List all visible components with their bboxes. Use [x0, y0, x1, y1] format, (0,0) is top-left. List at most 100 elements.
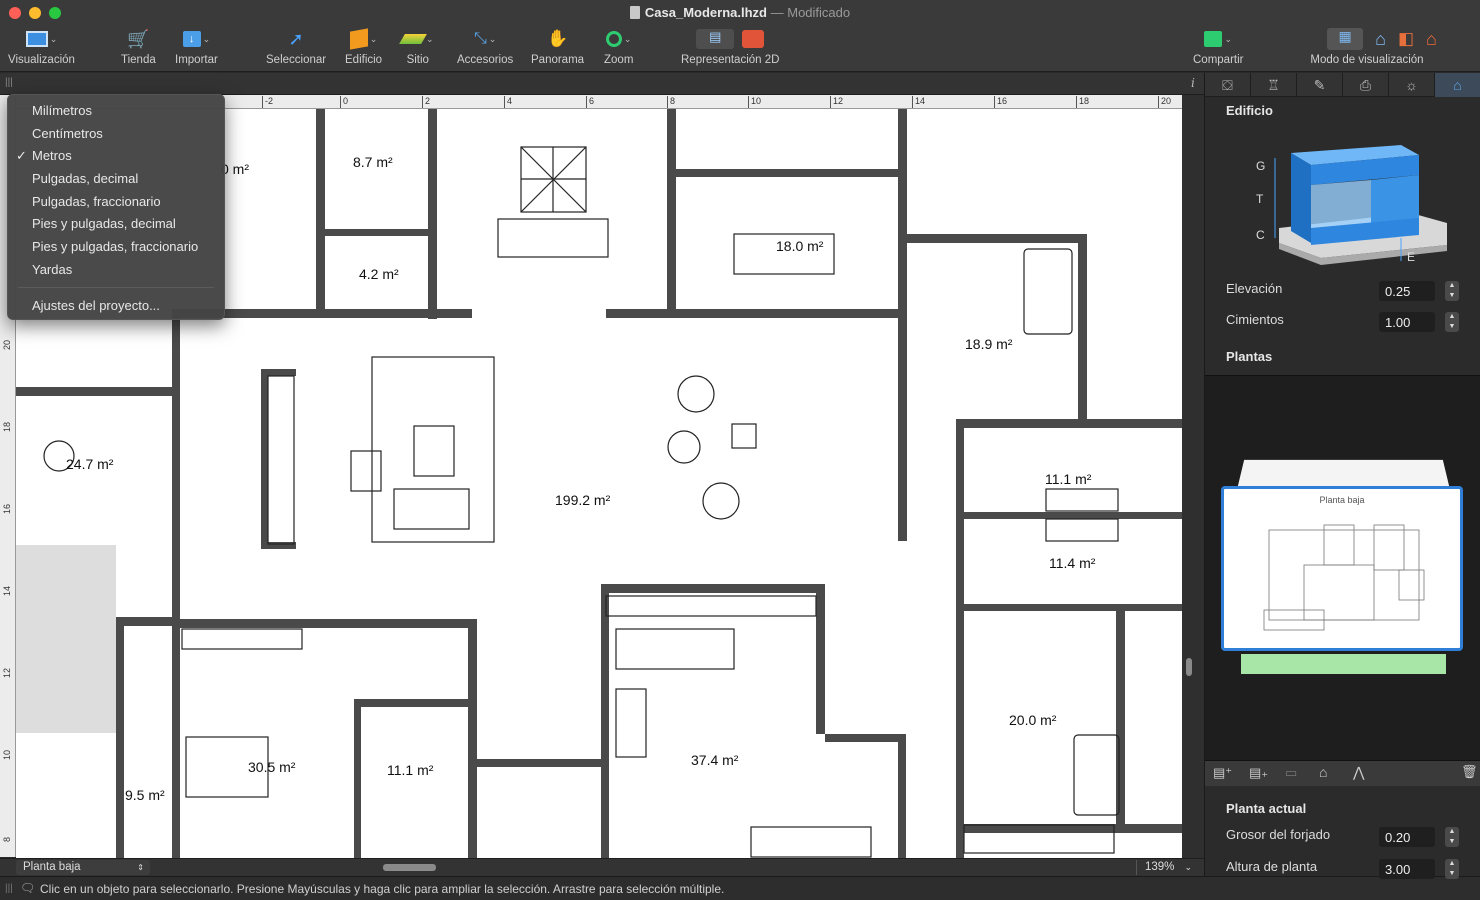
foundation-stepper[interactable]: ▲ ▼	[1445, 312, 1459, 332]
ruler-tick-label: 0	[340, 96, 348, 108]
cart-icon: 🛒	[127, 28, 150, 49]
stamp-icon: ♖	[1267, 76, 1280, 93]
menu-item-unit[interactable]: Pies y pulgadas, fraccionario	[8, 236, 224, 259]
inspector-tabs: ⛋ ♖ ✎ ⎙ ☼ ⌂	[1205, 73, 1480, 97]
roof-view-icon: ⌂	[1426, 28, 1437, 49]
toolbar-modo-visualizacion-button[interactable]: ▦ ⌂ ◧ ⌂ Modo de visualización	[1282, 28, 1480, 66]
foundation-input[interactable]: 1.00	[1379, 312, 1435, 332]
area-label: 199.2 m²	[555, 492, 611, 508]
elevation-input[interactable]: 0.25	[1379, 281, 1435, 301]
ruler-tick-label: 12	[2, 667, 12, 678]
cursor-icon: ➚	[288, 28, 304, 49]
toolbar-tienda-button[interactable]: 🛒 Tienda	[121, 28, 156, 67]
toolbar-label: Tienda	[121, 54, 156, 66]
toolbar-label: Compartir	[1193, 54, 1244, 66]
floor-card-title: Planta baja	[1319, 495, 1365, 505]
checkmark-icon: ✓	[16, 148, 27, 164]
units-menu: Milímetros Centímetros ✓ Metros Pulgadas, de…	[7, 94, 225, 320]
tab-building[interactable]: ⌂	[1435, 73, 1480, 97]
menu-item-label: Milímetros	[32, 103, 92, 118]
zoom-value: 139%	[1145, 861, 1175, 873]
menu-separator	[18, 286, 214, 288]
upper-floor-card[interactable]	[1237, 459, 1450, 488]
menu-item-unit[interactable]: ✓ Metros	[8, 145, 224, 168]
ruler-tick-label: 16	[2, 503, 12, 514]
building-icon: ⌂	[1453, 77, 1462, 93]
menu-item-label: Pulgadas, fraccionario	[32, 193, 161, 209]
info-icon[interactable]: i	[1191, 76, 1195, 90]
menu-item-unit[interactable]: Centímetros	[8, 123, 224, 146]
add-floor-above-icon[interactable]: ▤⁺	[1213, 765, 1232, 781]
building-diagram: G T C E	[1251, 143, 1451, 268]
menu-item-unit[interactable]: Yardas	[8, 259, 224, 282]
floor-selector[interactable]: Planta baja ⇕	[16, 860, 150, 875]
menu-item-project-settings[interactable]: Ajustes del proyecto...	[8, 295, 224, 318]
menu-item-label: Metros	[32, 148, 72, 164]
tab-library[interactable]: ♖	[1251, 73, 1297, 97]
floor-properties-icon[interactable]: ▭	[1285, 765, 1297, 781]
site-floor-card[interactable]	[1241, 654, 1446, 674]
file-name: Casa_Moderna.lhzd	[644, 5, 767, 20]
sun-icon: ☼	[1405, 77, 1418, 93]
drag-handle-icon[interactable]: |||	[5, 77, 13, 88]
menu-item-unit[interactable]: Pulgadas, fraccionario	[8, 191, 224, 214]
toolbar-accesorios-button[interactable]: ⤡ ⌄ Accesorios	[457, 28, 513, 66]
ruler-tick-label: 2	[422, 96, 430, 108]
toolbar-panorama-button[interactable]: ✋ Panorama	[531, 28, 584, 66]
toolbar-representacion-2d-button[interactable]: ▤ Representación 2D	[681, 28, 779, 66]
document-icon	[629, 6, 640, 19]
toolbar-label: Sitio	[406, 54, 429, 66]
menu-item-unit[interactable]: Pulgadas, decimal	[8, 168, 224, 191]
toolbar-label: Visualización	[8, 54, 75, 66]
tab-camera[interactable]: ⎙	[1343, 73, 1389, 97]
zoom-selector[interactable]: 139% ⌄	[1136, 860, 1196, 875]
import-icon: ↓	[182, 31, 201, 47]
slab-row: Grosor del forjado 0.20 ▲ ▼	[1226, 827, 1461, 849]
menu-item-unit[interactable]: Pies y pulgadas, decimal	[8, 213, 224, 236]
floor-height-row: Altura de planta 3.00 ▲ ▼	[1226, 859, 1461, 881]
vertical-scrollbar[interactable]	[1182, 95, 1204, 858]
toolbar-importar-button[interactable]: ↓ ⌄ Importar	[175, 28, 218, 66]
diagram-label-c: C	[1256, 228, 1265, 242]
tab-edit[interactable]: ✎	[1297, 73, 1343, 97]
horizontal-scroll-thumb[interactable]	[383, 864, 436, 871]
area-label: 18.0 m²	[776, 238, 824, 254]
ruler-tick-label: 16	[994, 96, 1007, 108]
add-roof-icon[interactable]: ⋀	[1353, 764, 1364, 781]
slab-stepper[interactable]: ▲ ▼	[1445, 827, 1459, 847]
elevation-stepper[interactable]: ▲ ▼	[1445, 281, 1459, 301]
toolbar-edificio-button[interactable]: ⌄ Edificio	[345, 28, 382, 66]
tab-light[interactable]: ☼	[1389, 73, 1435, 97]
ruler-tick-label: 4	[504, 96, 512, 108]
chevron-down-icon: ⌄	[1184, 862, 1192, 872]
tab-objects[interactable]: ⛋	[1205, 73, 1251, 97]
elevation-row: Elevación 0.25 ▲ ▼	[1226, 281, 1461, 303]
ruler-tick-label: 18	[1076, 96, 1089, 108]
toolbar-visualizacion-button[interactable]: ⌄ Visualización	[8, 28, 75, 66]
toolbar-zoom-button[interactable]: ⌄ Zoom	[604, 28, 633, 66]
floors-preview: Planta baja	[1205, 375, 1480, 760]
ruler-tick-label: -2	[262, 96, 273, 108]
floor-height-stepper[interactable]: ▲ ▼	[1445, 859, 1459, 879]
bottom-bar: Planta baja ⇕ 139% ⌄	[0, 858, 1204, 876]
foundation-label: Cimientos	[1226, 312, 1284, 327]
ruler-tick-label: 8	[667, 96, 675, 108]
ruler-tick-label: 20	[2, 339, 12, 350]
floors-toolbar: ▤⁺ ▤₊ ▭ ⌂ ⋀ 🗑	[1205, 760, 1480, 786]
area-label: 20.0 m²	[1009, 712, 1057, 728]
remove-roof-icon[interactable]: ⌂	[1319, 764, 1327, 780]
menu-item-unit[interactable]: Milímetros	[8, 100, 224, 123]
toolbar-seleccionar-button[interactable]: ➚ Seleccionar	[266, 28, 326, 67]
ground-floor-card[interactable]: Planta baja	[1221, 486, 1463, 651]
trash-icon[interactable]: 🗑	[1461, 764, 1478, 780]
status-text: Clic en un objeto para seleccionarlo. Pr…	[40, 882, 725, 896]
ruler-tick-label: 10	[2, 749, 12, 760]
diagram-label-e: E	[1407, 250, 1416, 264]
add-floor-below-icon[interactable]: ▤₊	[1249, 765, 1268, 781]
floor-height-label: Altura de planta	[1226, 859, 1318, 874]
toolbar-compartir-button[interactable]: ⌄ Compartir	[1193, 28, 1243, 66]
slab-input[interactable]: 0.20	[1379, 827, 1435, 847]
vertical-scroll-thumb[interactable]	[1186, 658, 1192, 676]
floor-height-input[interactable]: 3.00	[1379, 859, 1435, 879]
toolbar-sitio-button[interactable]: ⌄ Sitio	[399, 28, 434, 66]
